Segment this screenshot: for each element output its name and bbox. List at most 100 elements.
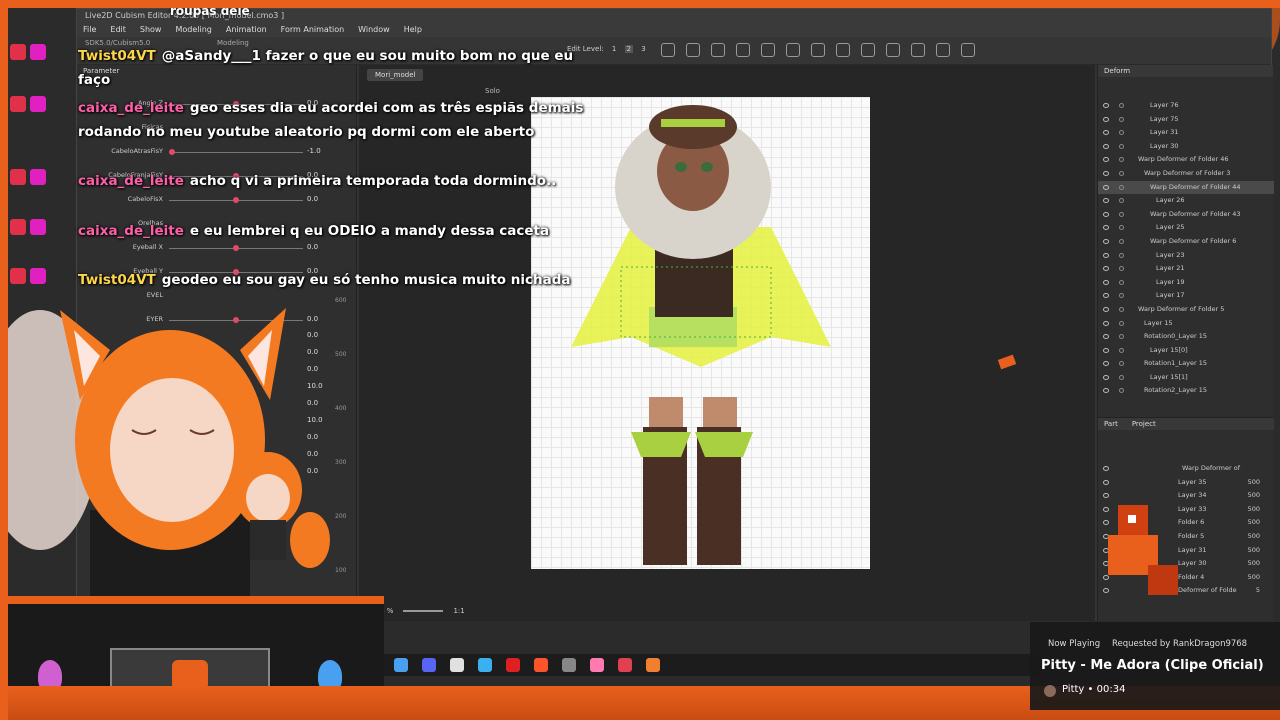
lock-icon[interactable] xyxy=(1119,143,1124,149)
deformer-tree-item[interactable]: Layer 15 xyxy=(1098,317,1274,331)
model-canvas[interactable] xyxy=(531,97,870,569)
lock-icon[interactable] xyxy=(1119,347,1124,353)
eye-icon[interactable] xyxy=(1103,157,1109,163)
deformer-tree-item[interactable]: Warp Deformer of Folder 3 xyxy=(1098,167,1274,181)
grid-icon[interactable] xyxy=(661,43,675,57)
eye-icon[interactable] xyxy=(1103,266,1109,272)
zoom-ratio[interactable]: 1:1 xyxy=(453,607,464,615)
deformer-tree-item[interactable]: Warp Deformer of Folder 46 xyxy=(1098,153,1274,167)
tab-deform[interactable]: Deform xyxy=(1104,65,1130,77)
deformer-tree-item[interactable]: Warp Deformer of Folder 6 xyxy=(1098,235,1274,249)
live2d-icon[interactable] xyxy=(646,658,660,672)
tab-part[interactable]: Part xyxy=(1104,418,1118,430)
parameter-row[interactable]: Eyeball X 0.0 xyxy=(83,243,323,255)
pen-icon[interactable] xyxy=(936,43,950,57)
eye-icon[interactable] xyxy=(1103,225,1109,231)
deformer-tree-item[interactable]: Layer 25 xyxy=(1098,221,1274,235)
deformer-tree-item[interactable]: Layer 30 xyxy=(1098,140,1274,154)
lock-icon[interactable] xyxy=(1119,293,1124,299)
menu-item-show[interactable]: Show xyxy=(140,23,162,37)
parameter-row[interactable]: CabeloAtrasFisY -1.0 xyxy=(83,147,323,159)
deformer-tree-item[interactable]: Rotation0_Layer 15 xyxy=(1098,330,1274,344)
lock-icon[interactable] xyxy=(1119,184,1124,190)
eye-icon[interactable] xyxy=(1103,116,1109,122)
eye-icon[interactable] xyxy=(1103,320,1109,326)
lock-icon[interactable] xyxy=(1119,306,1124,312)
discord-icon[interactable] xyxy=(422,658,436,672)
parameter-value[interactable]: 0.0 xyxy=(307,243,318,251)
parameter-value[interactable]: -1.0 xyxy=(307,147,321,155)
lock-icon[interactable] xyxy=(1119,130,1124,136)
lock-icon[interactable] xyxy=(1119,198,1124,204)
parameter-slider[interactable] xyxy=(169,197,303,203)
zoom-slider[interactable] xyxy=(403,610,444,612)
menu-item-animation[interactable]: Animation xyxy=(226,23,267,37)
eye-icon[interactable] xyxy=(1103,334,1109,340)
transform-icon[interactable] xyxy=(761,43,775,57)
eye-icon[interactable] xyxy=(1103,198,1109,204)
lock-icon[interactable] xyxy=(1119,279,1124,285)
chat-username[interactable]: Twist04VT xyxy=(78,48,156,64)
lock-icon[interactable] xyxy=(1119,374,1124,380)
eye-icon[interactable] xyxy=(1103,211,1109,217)
deformer-tree-item[interactable]: Layer 75 xyxy=(1098,113,1274,127)
deformer-tree-item[interactable]: Layer 21 xyxy=(1098,262,1274,276)
chat-username[interactable]: caixa_de_leite xyxy=(78,173,184,189)
rotate-icon[interactable] xyxy=(736,43,750,57)
chat-username[interactable]: caixa_de_leite xyxy=(78,100,184,116)
deformer-tree-item[interactable]: Rotation2_Layer 15 xyxy=(1098,384,1274,398)
lock-icon[interactable] xyxy=(1119,157,1124,163)
menu-item-file[interactable]: File xyxy=(83,23,96,37)
lock-icon[interactable] xyxy=(1119,388,1124,394)
app-icon[interactable] xyxy=(618,658,632,672)
menu-item-help[interactable]: Help xyxy=(404,23,422,37)
deformer-tree-item[interactable]: Layer 19 xyxy=(1098,276,1274,290)
eye-icon[interactable] xyxy=(1103,388,1109,394)
canvas-area[interactable]: Mori_model Solo % 1:1 xyxy=(359,65,1095,621)
chat-username[interactable]: Twist04VT xyxy=(78,272,156,288)
folder-icon[interactable] xyxy=(562,658,576,672)
deformer-tree-item[interactable]: Layer 15[1] xyxy=(1098,371,1274,385)
menu-item-window[interactable]: Window xyxy=(358,23,390,37)
lock-icon[interactable] xyxy=(1119,116,1124,122)
parameter-row[interactable]: CabeloFisX 0.0 xyxy=(83,195,323,207)
tab-project[interactable]: Project xyxy=(1132,418,1156,430)
deformer-tree-item[interactable]: Layer 31 xyxy=(1098,126,1274,140)
eye-icon[interactable] xyxy=(1103,143,1109,149)
lock-icon[interactable] xyxy=(1119,320,1124,326)
deformer-tree-item[interactable]: Warp Deformer of Folder 43 xyxy=(1098,208,1274,222)
slider-knob[interactable] xyxy=(233,197,239,203)
redo-icon[interactable] xyxy=(961,43,975,57)
eye-icon[interactable] xyxy=(1103,279,1109,285)
eye-icon[interactable] xyxy=(1103,306,1109,312)
eye-icon[interactable] xyxy=(1103,184,1109,190)
menu-item-modeling[interactable]: Modeling xyxy=(175,23,211,37)
lock-icon[interactable] xyxy=(1119,170,1124,176)
lock-icon[interactable] xyxy=(1119,334,1124,340)
mesh-icon[interactable] xyxy=(686,43,700,57)
edit-level-2[interactable]: 2 xyxy=(624,45,634,53)
menu-item-edit[interactable]: Edit xyxy=(110,23,126,37)
brave-icon[interactable] xyxy=(534,658,548,672)
magnet-icon[interactable] xyxy=(911,43,925,57)
parts-list-item[interactable]: Layer 35 500 xyxy=(1098,476,1274,490)
brush-icon[interactable] xyxy=(861,43,875,57)
eye-icon[interactable] xyxy=(1103,361,1109,367)
deformer-tree-item[interactable]: Layer 76 xyxy=(1098,99,1274,113)
parameter-slider[interactable] xyxy=(169,245,303,251)
eye-icon[interactable] xyxy=(1103,293,1109,299)
browser-icon[interactable] xyxy=(478,658,492,672)
eye-icon[interactable] xyxy=(1103,130,1109,136)
lasso-icon[interactable] xyxy=(836,43,850,57)
eye-icon[interactable] xyxy=(1103,238,1109,244)
slider-knob[interactable] xyxy=(233,245,239,251)
eye-icon[interactable] xyxy=(1103,493,1109,499)
eye-icon[interactable] xyxy=(1103,103,1109,108)
obs-icon[interactable] xyxy=(450,658,464,672)
steam-icon[interactable] xyxy=(394,658,408,672)
edit-level-3[interactable]: 3 xyxy=(641,45,645,53)
lock-icon[interactable] xyxy=(1119,361,1124,367)
parts-list-item[interactable]: Layer 34 500 xyxy=(1098,489,1274,503)
deformer-tree-item[interactable]: Warp Deformer of Folder 44 xyxy=(1098,180,1274,195)
glue-icon[interactable] xyxy=(886,43,900,57)
